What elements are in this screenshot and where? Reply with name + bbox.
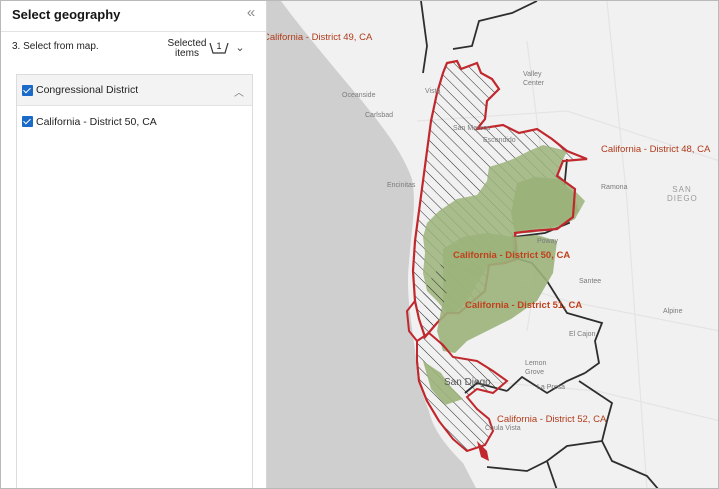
place-label: Carlsbad: [365, 112, 394, 119]
district-label: California - District 49, CA: [267, 32, 373, 43]
divider: [1, 31, 267, 32]
app-frame: Select geography « 3. Select from map. S…: [0, 0, 719, 489]
selected-items-label[interactable]: Selected items: [167, 39, 207, 59]
panel-title: Select geography: [12, 7, 121, 22]
place-label: Center: [523, 80, 545, 87]
place-label: Oceanside: [342, 92, 376, 99]
place-label: Grove: [525, 369, 545, 376]
county-label-line1: SAN: [672, 185, 692, 194]
chevron-down-icon[interactable]: ⌄: [234, 41, 246, 54]
collapse-panel-icon[interactable]: «: [243, 5, 259, 21]
district-label: California - District 48, CA: [601, 144, 711, 155]
place-label: La Presa: [537, 384, 566, 391]
place-label: San Marcos: [453, 125, 491, 132]
group-checkbox[interactable]: [22, 85, 33, 96]
geography-list: Congressional District ︿ California - Di…: [16, 74, 253, 488]
district-label: California - District 51, CA: [465, 300, 583, 311]
place-label: Lemon: [525, 360, 547, 367]
place-label: Escondido: [483, 137, 516, 144]
place-label: San Diego: [444, 377, 491, 388]
district-label: California - District 52, CA: [497, 414, 607, 425]
group-header[interactable]: Congressional District ︿: [17, 75, 252, 106]
list-item[interactable]: California - District 50, CA: [36, 116, 157, 128]
place-label: El Cajon: [569, 331, 596, 338]
district-label: California - District 50, CA: [453, 250, 571, 261]
county-label: SAN DIEGO: [667, 185, 697, 203]
place-label: Vista: [425, 88, 441, 95]
step-instruction: 3. Select from map.: [12, 41, 99, 52]
place-label: Ramona: [601, 184, 628, 191]
item-checkbox[interactable]: [22, 116, 33, 127]
place-label: Encinitas: [387, 182, 416, 189]
place-label: Alpine: [663, 308, 683, 315]
selected-items-line2: items: [175, 48, 199, 59]
map-view[interactable]: Valley Center Oceanside Vista Carlsbad S…: [267, 1, 718, 488]
selected-count: 1: [216, 41, 222, 51]
place-label: Poway: [537, 238, 559, 245]
place-label: Chula Vista: [485, 425, 521, 432]
place-label: Santee: [579, 278, 602, 285]
selected-items-basket-icon[interactable]: 1: [209, 41, 229, 55]
select-geography-panel: Select geography « 3. Select from map. S…: [1, 1, 267, 488]
map-canvas: [267, 1, 718, 488]
county-label-line2: DIEGO: [667, 194, 698, 203]
chevron-up-icon[interactable]: ︿: [234, 84, 244, 99]
place-label: Valley: [523, 71, 542, 78]
group-label: Congressional District: [36, 84, 139, 96]
